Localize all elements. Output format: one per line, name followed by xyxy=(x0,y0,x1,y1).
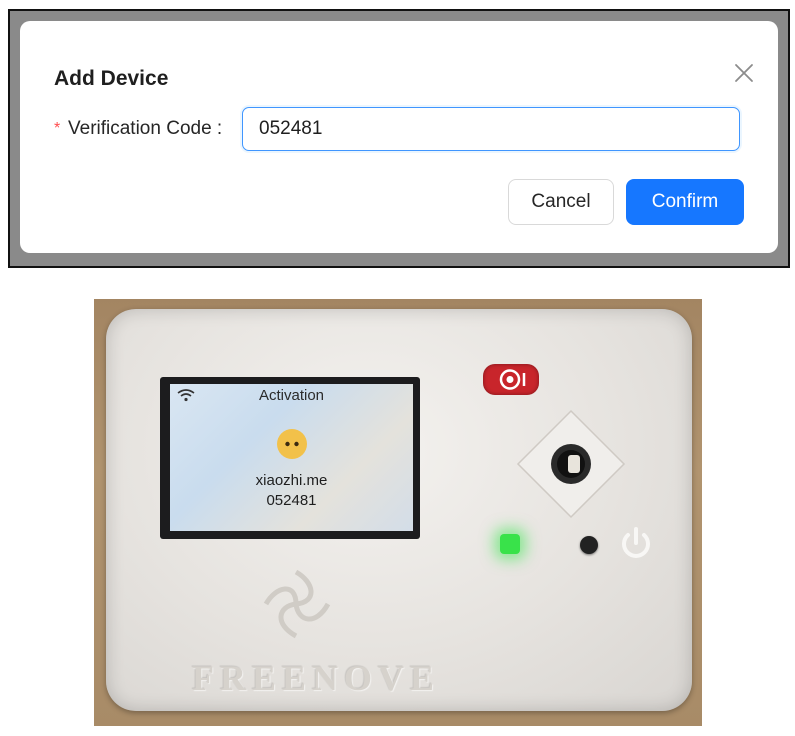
emoji-face-icon xyxy=(277,429,307,459)
camera-icon xyxy=(499,369,526,390)
add-device-dialog: Add Device * Verification Code : Cancel … xyxy=(20,21,778,253)
cancel-button[interactable]: Cancel xyxy=(508,179,614,225)
device-photo: Activation xiaozhi.me 052481 FREENOVE xyxy=(94,299,702,726)
camera-switch xyxy=(483,364,539,395)
hardware-button xyxy=(580,536,598,554)
device-case: Activation xiaozhi.me 052481 FREENOVE xyxy=(106,309,692,711)
verification-code-input[interactable] xyxy=(242,107,740,151)
brand-logo-text: FREENOVE xyxy=(192,658,441,698)
dialog-screenshot-frame: Add Device * Verification Code : Cancel … xyxy=(8,9,790,268)
lcd-url-text: xiaozhi.me xyxy=(255,472,328,489)
lcd-bezel: Activation xiaozhi.me 052481 xyxy=(160,377,420,539)
freenove-logo xyxy=(263,569,331,639)
power-led xyxy=(500,534,520,554)
lcd-status-text: Activation xyxy=(258,387,325,404)
lcd-code-text: 052481 xyxy=(266,492,317,509)
verification-code-label: Verification Code : xyxy=(68,118,223,139)
lcd-screen: Activation xiaozhi.me 052481 xyxy=(170,384,413,531)
power-icon xyxy=(622,527,650,558)
close-icon xyxy=(735,64,753,82)
dialog-title: Add Device xyxy=(54,67,169,90)
verification-code-row: * Verification Code : xyxy=(54,107,754,153)
confirm-button[interactable]: Confirm xyxy=(626,179,744,225)
required-mark: * xyxy=(54,120,61,137)
joystick xyxy=(516,409,626,519)
close-button[interactable] xyxy=(732,61,756,85)
